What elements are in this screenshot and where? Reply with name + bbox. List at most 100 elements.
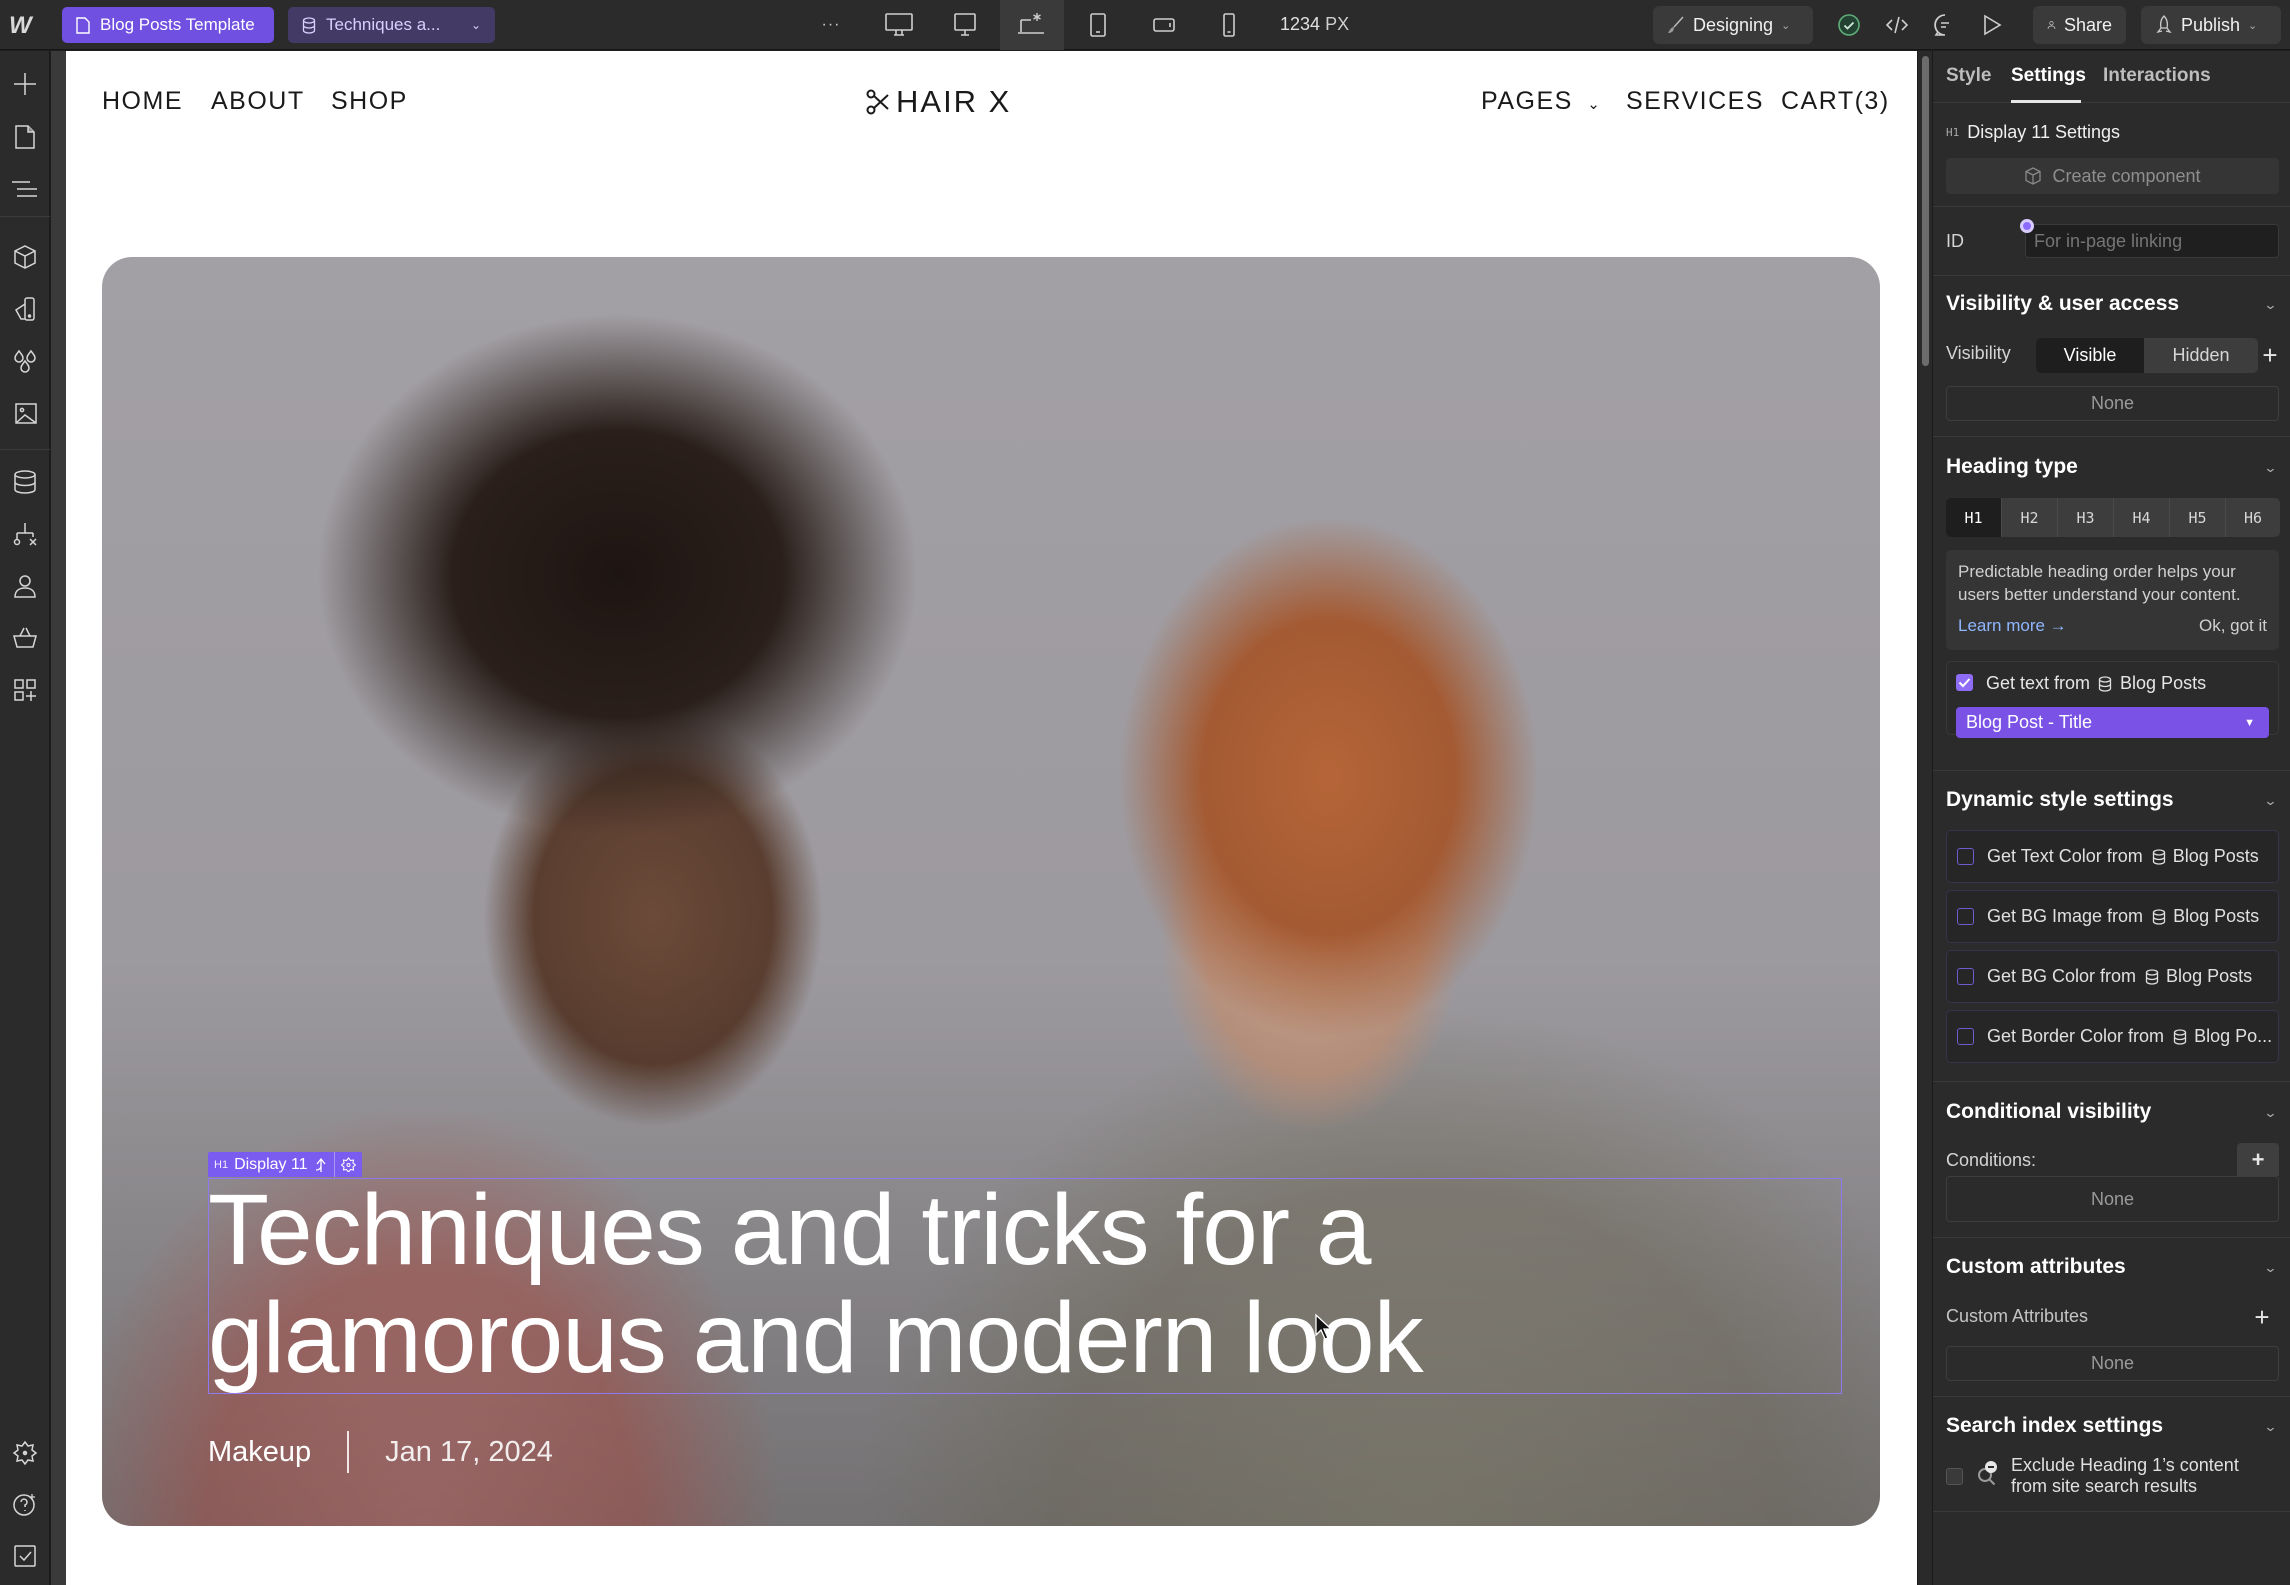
canvas-scrollbar-thumb[interactable]: [1922, 56, 1929, 366]
chevron-down-icon: ⌄: [1587, 96, 1602, 113]
desktop-base-icon: [1018, 13, 1044, 34]
chevron-down-icon[interactable]: ⌄: [2263, 1419, 2277, 1435]
create-component-button[interactable]: Create component: [1946, 158, 2279, 194]
pages-button[interactable]: [9, 121, 41, 153]
more-options-button[interactable]: ···: [815, 10, 847, 40]
dynamic-style-item[interactable]: Get BG Image from Blog Posts: [1946, 890, 2279, 943]
canvas-width-readout[interactable]: 1234 PX: [1280, 14, 1349, 35]
dynamic-style-checkbox[interactable]: [1957, 968, 1974, 985]
visibility-visible-option[interactable]: Visible: [2036, 338, 2144, 373]
add-custom-attribute-button[interactable]: +: [2247, 1302, 2277, 1332]
code-export-button[interactable]: [1881, 10, 1913, 40]
add-visibility-button[interactable]: +: [2253, 338, 2287, 372]
chevron-down-icon[interactable]: ⌄: [2263, 1260, 2277, 1276]
apps-button[interactable]: [9, 674, 41, 706]
heading-option-h3[interactable]: H3: [2058, 498, 2114, 537]
learn-more-link[interactable]: Learn more →: [1958, 616, 2067, 636]
publish-status-button[interactable]: [1833, 10, 1865, 40]
ecommerce-button[interactable]: [9, 622, 41, 654]
cms-item-selector[interactable]: Techniques a... ⌄: [288, 7, 495, 43]
custom-attributes-field[interactable]: None: [1946, 1346, 2279, 1381]
design-canvas[interactable]: HOME ABOUT SHOP HAIR X PAGES ⌄ SERVICES …: [66, 51, 1917, 1585]
tab-interactions[interactable]: Interactions: [2103, 65, 2211, 87]
tab-settings[interactable]: Settings: [2011, 65, 2086, 87]
meta-divider: [347, 1431, 350, 1473]
custom-attributes-section-title[interactable]: Custom attributes: [1946, 1255, 2126, 1279]
heading-option-h5[interactable]: H5: [2170, 498, 2226, 537]
nav-link-home[interactable]: HOME: [102, 87, 183, 116]
publish-button[interactable]: Publish ⌄: [2141, 6, 2281, 44]
dismiss-tip-button[interactable]: Ok, got it: [2199, 616, 2267, 636]
get-text-checkbox[interactable]: [1956, 674, 1973, 691]
cms-button[interactable]: [9, 466, 41, 498]
text-binding-card: Get text from Blog Posts Blog Post - Tit…: [1946, 661, 2279, 738]
heading-option-h6[interactable]: H6: [2226, 498, 2280, 537]
styles-button[interactable]: [9, 345, 41, 377]
breakpoint-desktop-base[interactable]: [1016, 10, 1048, 40]
heading-option-h2[interactable]: H2: [2002, 498, 2058, 537]
visibility-hidden-option[interactable]: Hidden: [2144, 338, 2258, 373]
visibility-section-title[interactable]: Visibility & user access: [1946, 292, 2179, 316]
share-button[interactable]: Share: [2033, 6, 2126, 44]
chevron-down-icon[interactable]: ⌄: [2263, 460, 2277, 476]
element-settings-icon[interactable]: [340, 1157, 356, 1172]
dynamic-style-checkbox[interactable]: [1957, 1028, 1974, 1045]
scissors-icon: [866, 89, 889, 115]
components-button[interactable]: [9, 241, 41, 273]
binding-indicator-dot[interactable]: [2020, 219, 2034, 233]
webflow-logo-icon[interactable]: W: [9, 12, 41, 39]
checkmark-icon: [1958, 678, 1971, 688]
binding-field-select[interactable]: Blog Post - Title ▼: [1956, 707, 2269, 738]
dynamic-style-checkbox[interactable]: [1957, 908, 1974, 925]
mobile-portrait-icon: [1223, 13, 1235, 37]
visibility-access-field[interactable]: None: [1946, 386, 2279, 421]
element-id-input[interactable]: [2025, 224, 2279, 258]
breakpoint-mobile-portrait[interactable]: [1213, 10, 1245, 40]
settings-button[interactable]: [9, 1437, 41, 1469]
comments-button[interactable]: [1929, 10, 1961, 40]
chevron-down-icon[interactable]: ⌄: [2263, 793, 2277, 809]
nav-link-about[interactable]: ABOUT: [211, 87, 305, 116]
breakpoint-desktop-large[interactable]: [883, 10, 915, 40]
section-divider: [1933, 1237, 2290, 1238]
heading-option-h4[interactable]: H4: [2114, 498, 2170, 537]
chevron-down-icon[interactable]: ⌄: [2263, 1105, 2277, 1121]
add-condition-button[interactable]: +: [2237, 1143, 2279, 1176]
preview-button[interactable]: [1976, 10, 2008, 40]
audit-button[interactable]: [9, 1540, 41, 1572]
breakpoint-desktop[interactable]: [949, 10, 981, 40]
post-category[interactable]: Makeup: [208, 1436, 311, 1469]
nav-link-shop[interactable]: SHOP: [331, 87, 408, 116]
dynamic-style-item[interactable]: Get Text Color from Blog Posts: [1946, 830, 2279, 883]
variables-button[interactable]: [9, 293, 41, 325]
breakpoint-tablet[interactable]: [1082, 10, 1114, 40]
help-button[interactable]: [9, 1488, 41, 1520]
nav-link-cart[interactable]: CART(3): [1781, 87, 1890, 116]
mode-switcher-button[interactable]: Designing ⌄: [1653, 6, 1813, 44]
breakpoint-mobile-landscape[interactable]: [1148, 10, 1180, 40]
hero-heading[interactable]: Techniques and tricks for a glamorous an…: [208, 1176, 1828, 1392]
nav-link-pages[interactable]: PAGES ⌄: [1481, 87, 1601, 116]
navigator-button[interactable]: [9, 173, 41, 205]
dynamic-style-checkbox[interactable]: [1957, 848, 1974, 865]
heading-type-section-title[interactable]: Heading type: [1946, 455, 2078, 479]
site-logo[interactable]: HAIR X: [866, 84, 1011, 120]
exclude-from-search-checkbox[interactable]: [1946, 1468, 1963, 1485]
page-selector-button[interactable]: Blog Posts Template: [62, 7, 274, 43]
assets-button[interactable]: [9, 397, 41, 429]
nav-link-services[interactable]: SERVICES: [1626, 87, 1764, 116]
conditional-visibility-section-title[interactable]: Conditional visibility: [1946, 1100, 2151, 1124]
dynamic-style-item[interactable]: Get BG Color from Blog Posts: [1946, 950, 2279, 1003]
search-index-section-title[interactable]: Search index settings: [1946, 1414, 2163, 1438]
chevron-down-icon[interactable]: ⌄: [2263, 297, 2277, 313]
conditions-field[interactable]: None: [1946, 1176, 2279, 1222]
add-elements-button[interactable]: [9, 68, 41, 100]
dynamic-style-item[interactable]: Get Border Color from Blog Po...: [1946, 1010, 2279, 1063]
tab-style[interactable]: Style: [1946, 65, 1991, 87]
select-parent-icon[interactable]: [314, 1157, 328, 1173]
heading-option-h1[interactable]: H1: [1946, 498, 2002, 537]
get-text-label: Get text from Blog Posts: [1986, 673, 2206, 694]
users-button[interactable]: [9, 570, 41, 602]
dynamic-style-section-title[interactable]: Dynamic style settings: [1946, 788, 2174, 812]
logic-button[interactable]: [9, 518, 41, 550]
